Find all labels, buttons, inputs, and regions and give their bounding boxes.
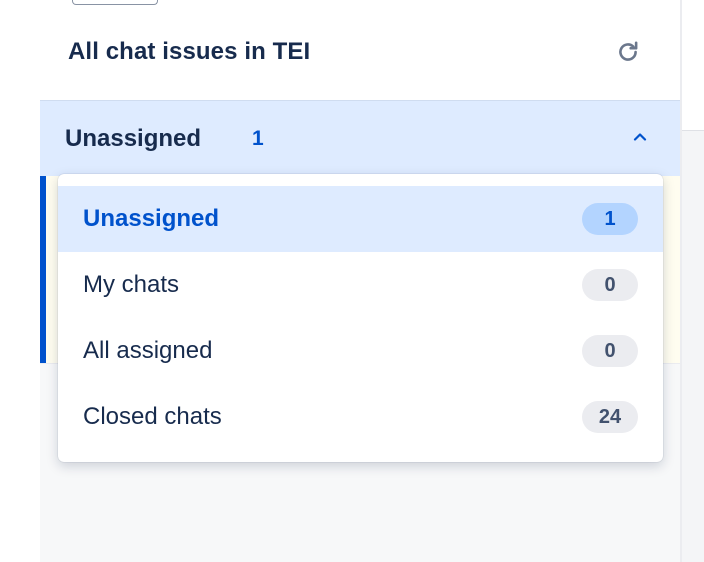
count-badge: 0 xyxy=(582,335,638,367)
menu-item-label: Closed chats xyxy=(83,403,222,430)
active-item-indicator xyxy=(40,176,46,363)
chat-issues-panel: All chat issues in TEI Unassigned 1 Unas… xyxy=(0,0,704,562)
menu-item-label: All assigned xyxy=(83,337,213,364)
menu-item-label: Unassigned xyxy=(83,205,220,232)
page-title: All chat issues in TEI xyxy=(68,38,311,65)
menu-item-my-chats[interactable]: My chats 0 xyxy=(58,252,663,318)
queue-dropdown-menu: Unassigned 1 My chats 0 All assigned 0 C… xyxy=(58,174,663,462)
menu-item-unassigned[interactable]: Unassigned 1 xyxy=(58,186,663,252)
top-button-partial[interactable] xyxy=(72,0,158,5)
count-badge: 0 xyxy=(582,269,638,301)
count-badge: 24 xyxy=(582,401,638,433)
menu-item-label: My chats xyxy=(83,271,180,298)
adjacent-panel xyxy=(682,130,704,562)
refresh-icon xyxy=(619,41,638,61)
queue-selector-count: 1 xyxy=(252,127,264,150)
refresh-button[interactable] xyxy=(612,36,644,68)
count-badge: 1 xyxy=(582,203,638,235)
menu-item-all-assigned[interactable]: All assigned 0 xyxy=(58,318,663,384)
queue-selector[interactable]: Unassigned 1 xyxy=(40,100,680,176)
queue-selector-label: Unassigned xyxy=(65,125,202,152)
chevron-up-icon[interactable] xyxy=(628,125,652,149)
menu-item-closed-chats[interactable]: Closed chats 24 xyxy=(58,384,663,450)
